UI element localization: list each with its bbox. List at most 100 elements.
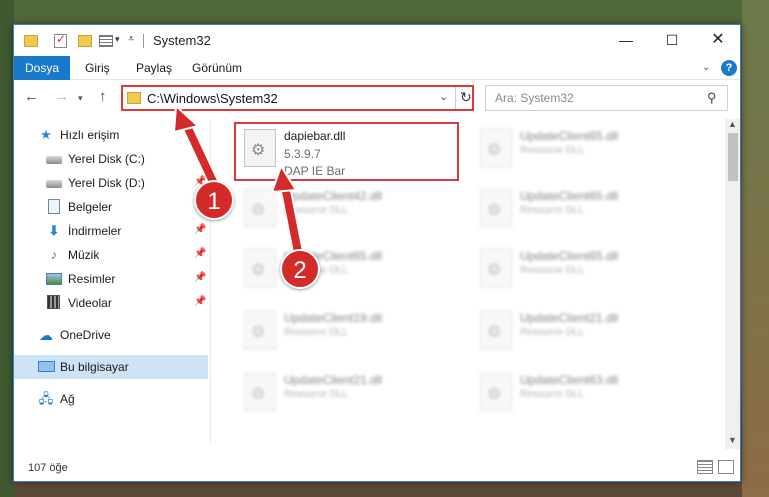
file-name: UpdateClient21.dll bbox=[284, 373, 383, 387]
scroll-up-icon[interactable]: ▲ bbox=[728, 119, 737, 129]
tab-share[interactable]: Paylaş bbox=[136, 56, 172, 80]
sidebar-item-network[interactable]: 🖧 Ağ bbox=[14, 387, 208, 411]
tab-view[interactable]: Görünüm bbox=[192, 56, 242, 80]
file-item[interactable]: UpdateClient65.dll Resource DLL bbox=[472, 123, 694, 177]
annotation-badge-2: 2 bbox=[280, 249, 320, 289]
file-item[interactable]: UpdateClient65.dll Resource DLL bbox=[472, 183, 694, 237]
video-icon bbox=[47, 295, 60, 309]
recent-locations-icon[interactable]: ▾ bbox=[78, 93, 83, 104]
file-name: UpdateClient42.dll bbox=[284, 189, 383, 203]
properties-check-icon[interactable] bbox=[54, 32, 67, 48]
tab-home[interactable]: Giriş bbox=[85, 56, 110, 80]
file-item[interactable]: UpdateClient63.dll Resource DLL bbox=[472, 367, 694, 421]
folder-icon[interactable] bbox=[24, 35, 38, 47]
chevron-down-icon[interactable]: ⌄ bbox=[439, 90, 448, 103]
sidebar-item-quick-access[interactable]: ★ Hızlı erişim bbox=[14, 123, 208, 147]
address-bar[interactable]: C:\Windows\System32 ⌄ ↻ bbox=[121, 85, 474, 111]
file-name: UpdateClient65.dll bbox=[520, 129, 619, 143]
explorer-window: ▾ ⩡ System32 — ☐ ✕ Dosya Giriş Paylaş Gö… bbox=[13, 24, 741, 482]
minimize-button[interactable]: — bbox=[603, 25, 649, 56]
dll-file-icon bbox=[480, 249, 512, 287]
sidebar-item-videos[interactable]: Videolar 📌 bbox=[14, 291, 208, 315]
scroll-down-icon[interactable]: ▼ bbox=[728, 435, 737, 445]
refresh-button[interactable]: ↻ bbox=[460, 89, 472, 106]
pin-icon[interactable]: 📌 bbox=[194, 296, 206, 307]
expand-ribbon-icon[interactable]: ⌄ bbox=[702, 62, 710, 73]
computer-icon bbox=[38, 361, 55, 372]
back-button[interactable]: ← bbox=[24, 88, 39, 105]
address-text[interactable]: C:\Windows\System32 bbox=[147, 91, 278, 106]
up-button[interactable]: ↑ bbox=[99, 88, 107, 105]
sidebar-item-label: Yerel Disk (C:) bbox=[68, 152, 145, 166]
pin-icon[interactable]: 📌 bbox=[194, 272, 206, 283]
item-count: 107 öğe bbox=[28, 462, 68, 474]
file-item[interactable]: UpdateClient21.dll Resource DLL bbox=[472, 305, 694, 359]
star-icon: ★ bbox=[40, 127, 52, 142]
chevron-down-icon[interactable]: ▾ bbox=[115, 34, 120, 50]
tab-file[interactable]: Dosya bbox=[14, 56, 70, 80]
background-tree bbox=[742, 0, 769, 497]
file-item[interactable]: UpdateClient21.dll Resource DLL bbox=[236, 367, 458, 421]
file-name: UpdateClient21.dll bbox=[520, 311, 619, 325]
dll-file-icon bbox=[244, 373, 276, 411]
dll-file-icon bbox=[244, 189, 276, 227]
dll-file-icon bbox=[480, 189, 512, 227]
sidebar-item-onedrive[interactable]: ☁ OneDrive bbox=[14, 323, 208, 347]
ribbon-tabs: Dosya Giriş Paylaş Görünüm ⌄ ? bbox=[14, 56, 740, 80]
file-name: UpdateClient65.dll bbox=[520, 249, 619, 263]
sidebar-item-local-disk-c[interactable]: Yerel Disk (C:) bbox=[14, 147, 208, 171]
pictures-icon bbox=[46, 273, 62, 285]
tiles-view-icon[interactable] bbox=[718, 460, 734, 474]
dll-file-icon bbox=[480, 311, 512, 349]
file-description: Resource DLL bbox=[284, 389, 348, 400]
search-icon[interactable]: ⚲ bbox=[707, 90, 717, 106]
file-item[interactable]: UpdateClient19.dll Resource DLL bbox=[236, 305, 458, 359]
sidebar-item-downloads[interactable]: ⬇ İndirmeler 📌 bbox=[14, 219, 208, 243]
new-folder-icon[interactable] bbox=[78, 35, 92, 47]
file-item[interactable]: UpdateClient65.dll Resource DLL bbox=[472, 243, 694, 297]
scroll-thumb[interactable] bbox=[728, 133, 738, 181]
vertical-scrollbar[interactable]: ▲ ▼ bbox=[725, 119, 740, 449]
title-bar: ▾ ⩡ System32 — ☐ ✕ bbox=[14, 25, 740, 56]
address-separator bbox=[455, 87, 456, 109]
sidebar-item-documents[interactable]: Belgeler 📌 bbox=[14, 195, 208, 219]
search-input[interactable]: Ara: System32 ⚲ bbox=[485, 85, 728, 111]
file-name: UpdateClient65.dll bbox=[520, 189, 619, 203]
quick-access-properties-icon[interactable] bbox=[99, 35, 113, 47]
folder-icon bbox=[127, 92, 141, 104]
help-icon[interactable]: ? bbox=[721, 60, 737, 76]
pin-icon[interactable]: 📌 bbox=[194, 224, 206, 235]
file-item[interactable]: UpdateClient42.dll Resource DLL bbox=[236, 183, 458, 237]
maximize-button[interactable]: ☐ bbox=[649, 25, 695, 56]
file-description: Resource DLL bbox=[520, 265, 584, 276]
forward-button[interactable]: → bbox=[54, 88, 69, 105]
details-view-icon[interactable] bbox=[697, 460, 713, 474]
background-tree bbox=[0, 0, 14, 497]
file-description: Resource DLL bbox=[520, 327, 584, 338]
sidebar-item-music[interactable]: ♪ Müzik 📌 bbox=[14, 243, 208, 267]
download-icon: ⬇ bbox=[48, 223, 60, 238]
file-description: Resource DLL bbox=[284, 327, 348, 338]
sidebar-item-local-disk-d[interactable]: Yerel Disk (D:) 📌 bbox=[14, 171, 208, 195]
pin-icon[interactable]: 📌 bbox=[194, 248, 206, 259]
file-item[interactable]: UpdateClient65.dll Resource DLL bbox=[236, 243, 458, 297]
file-description: Resource DLL bbox=[520, 205, 584, 216]
network-icon: 🖧 bbox=[38, 391, 54, 406]
file-description: Resource DLL bbox=[284, 205, 348, 216]
file-description: Resource DLL bbox=[520, 145, 584, 156]
pane-divider[interactable] bbox=[210, 119, 211, 443]
sidebar-item-label: İndirmeler bbox=[68, 224, 122, 238]
sidebar-item-label: Bu bilgisayar bbox=[60, 360, 129, 374]
window-title: System32 bbox=[153, 33, 211, 48]
sidebar-item-label: Resimler bbox=[68, 272, 116, 286]
navigation-pane: ★ Hızlı erişim Yerel Disk (C:) Yerel Dis… bbox=[14, 119, 208, 443]
dll-file-icon bbox=[480, 373, 512, 411]
sidebar-item-label: Ağ bbox=[60, 392, 75, 406]
navigation-bar: ← → ▾ ↑ C:\Windows\System32 ⌄ ↻ Ara: Sys… bbox=[14, 81, 740, 115]
sidebar-item-pictures[interactable]: Resimler 📌 bbox=[14, 267, 208, 291]
close-button[interactable]: ✕ bbox=[695, 25, 740, 56]
customize-toolbar-icon[interactable]: ⩡ bbox=[128, 33, 134, 49]
file-name: UpdateClient63.dll bbox=[520, 373, 619, 387]
sidebar-item-this-pc[interactable]: Bu bilgisayar bbox=[14, 355, 208, 379]
dll-file-icon bbox=[480, 129, 512, 167]
